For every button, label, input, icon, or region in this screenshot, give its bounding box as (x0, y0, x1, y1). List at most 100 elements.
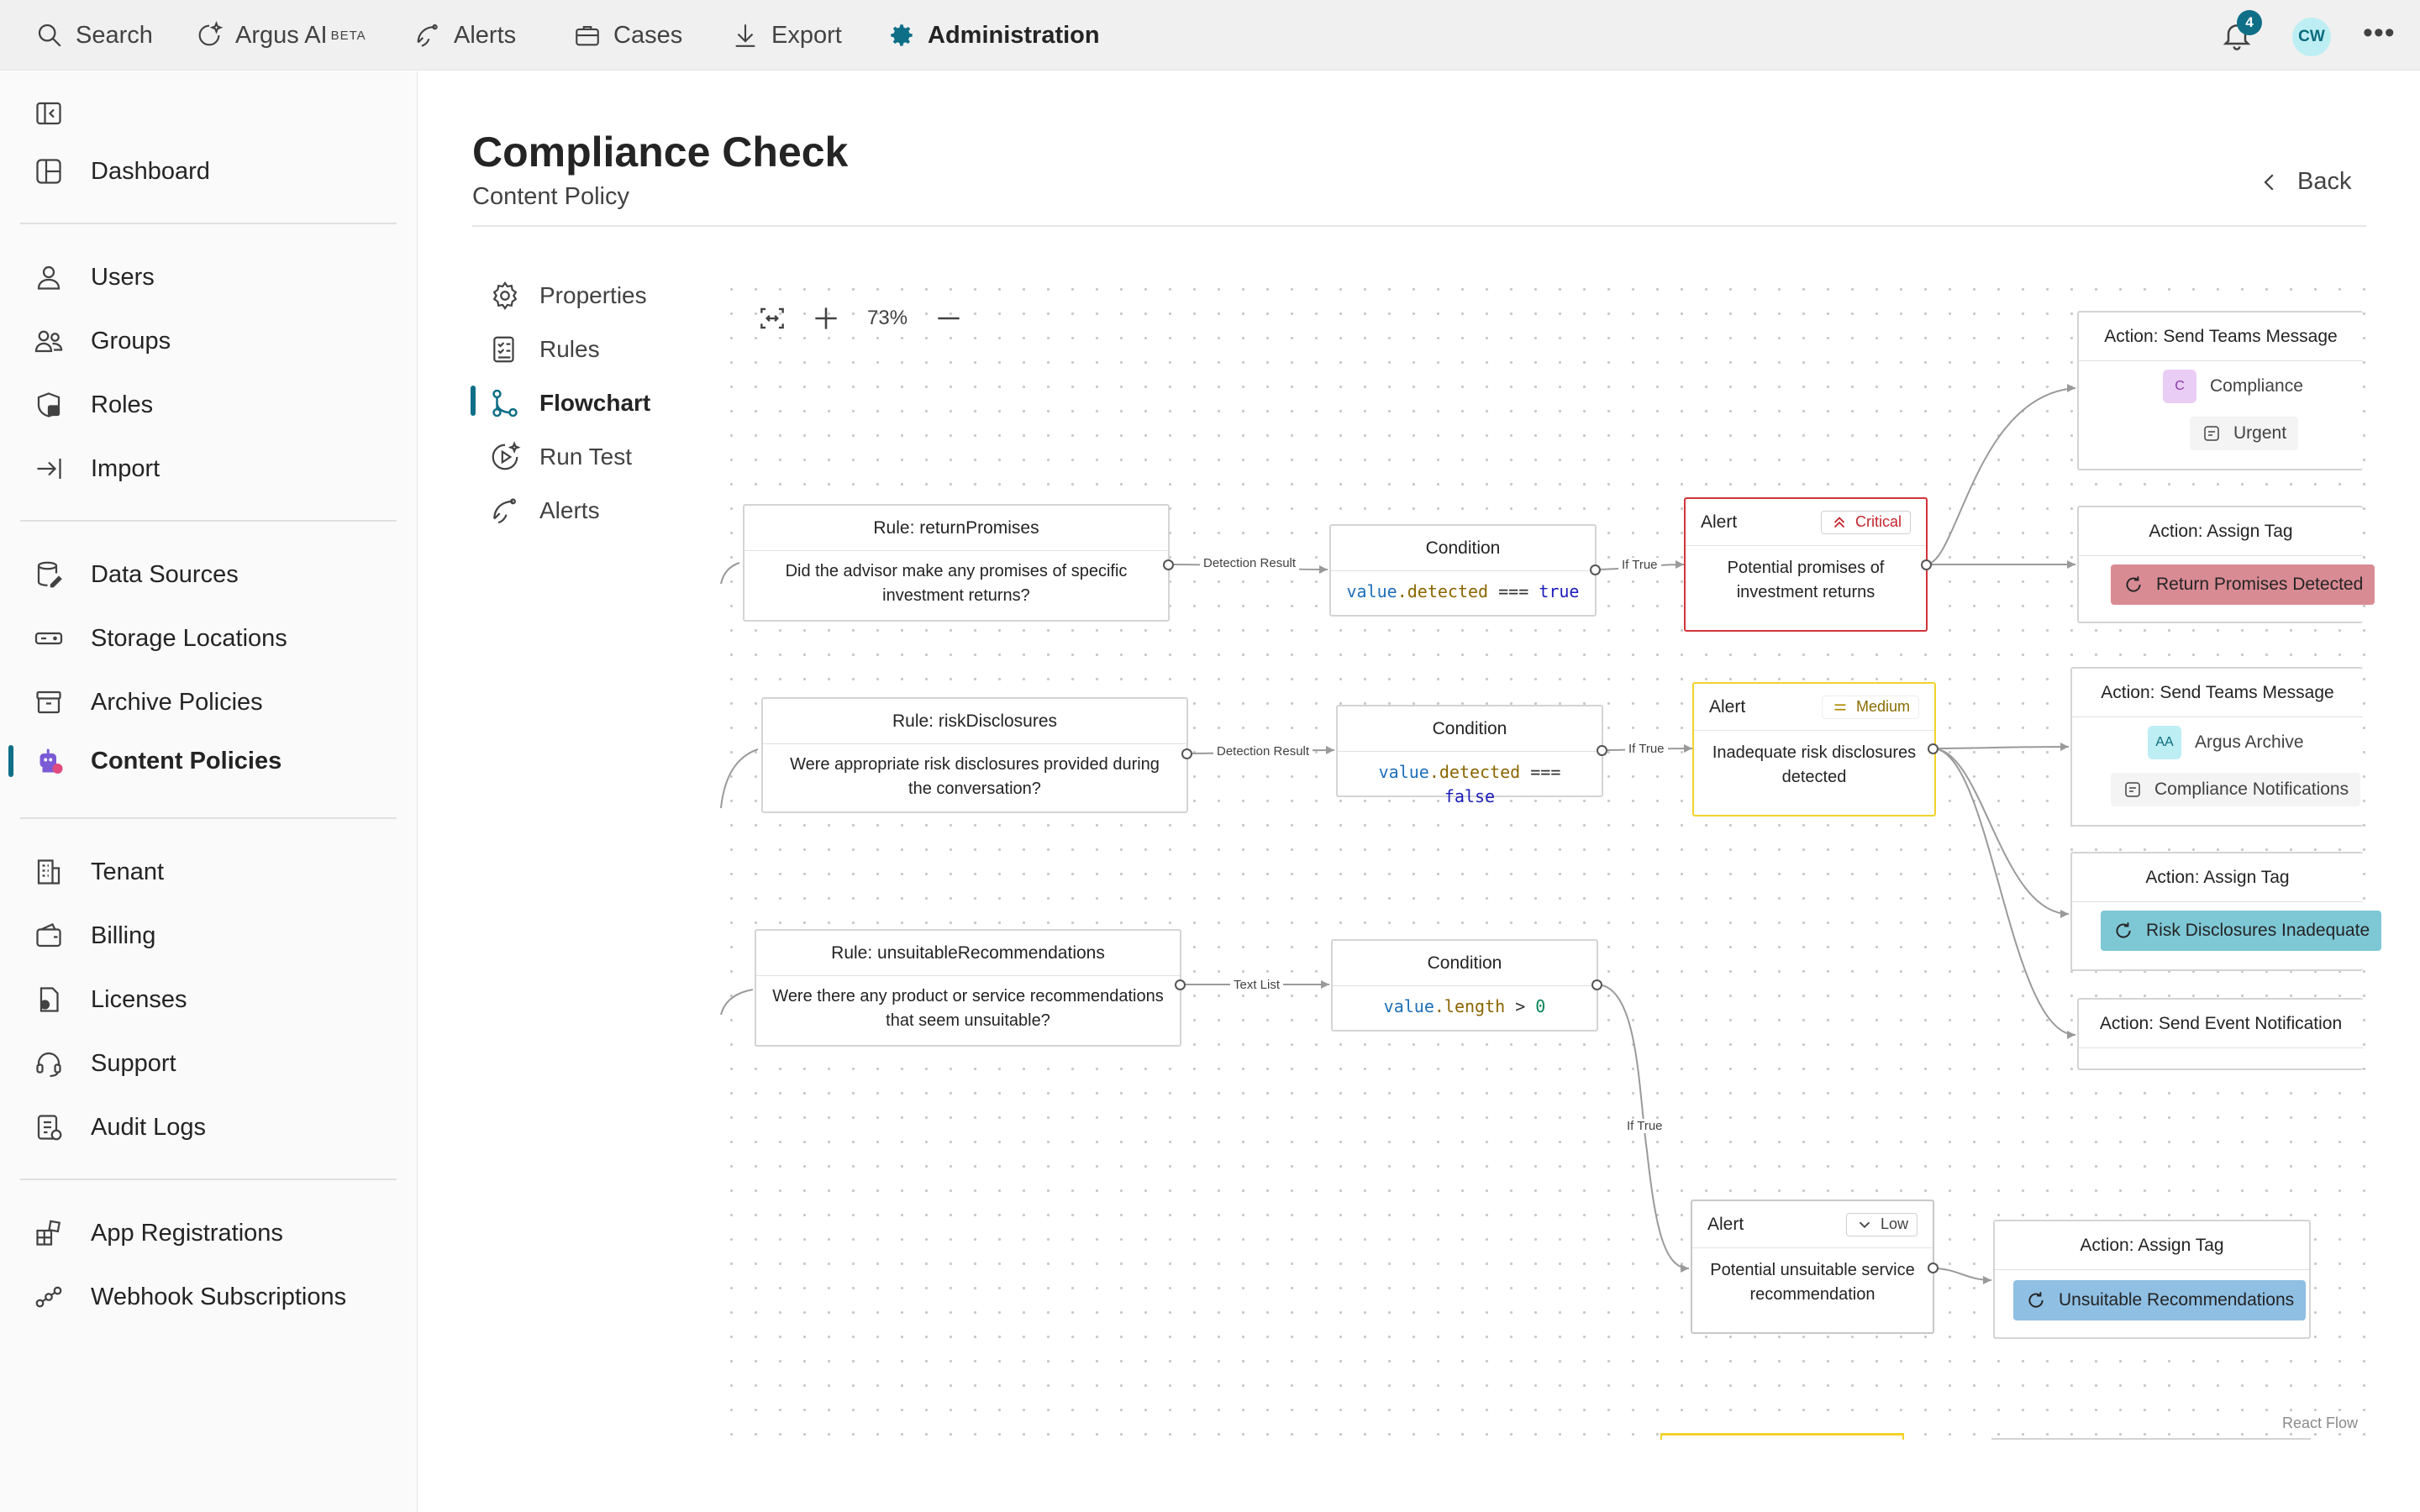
node-handle[interactable] (1928, 743, 1939, 754)
node-handle[interactable] (1921, 559, 1932, 570)
teams-channel-chip: Compliance Notifications (2111, 773, 2361, 806)
action-title: Action: Assign Tag (2079, 507, 2363, 556)
expr-prop: .length (1434, 996, 1506, 1016)
nav-administration[interactable]: Administration (887, 0, 1100, 71)
alert-header: Alert Low (1692, 1201, 1933, 1248)
tab-properties[interactable]: Properties (489, 275, 647, 317)
sidebar-item-label: Content Policies (91, 747, 282, 774)
channel-icon (2204, 426, 2219, 441)
rule-node-return-promises[interactable]: Rule: returnPromises Did the advisor mak… (743, 504, 1170, 622)
sidebar-item-groups[interactable]: Groups (34, 318, 171, 364)
condition-node-1[interactable]: Condition value.detected === true (1329, 524, 1597, 617)
nav-cases-label: Cases (613, 21, 683, 49)
condition-node-2[interactable]: Condition value.detected === false (1336, 705, 1603, 806)
rule-node-risk-disclosures[interactable]: Rule: riskDisclosures Were appropriate r… (761, 697, 1188, 813)
sidebar-item-roles[interactable]: Roles (34, 382, 153, 428)
sidebar-item-app-registrations[interactable]: App Registrations (34, 1210, 283, 1256)
sidebar-item-data-sources[interactable]: Data Sources (34, 552, 239, 597)
rule-node-unsuitable-recommendations[interactable]: Rule: unsuitableRecommendations Were the… (755, 929, 1181, 1047)
sidebar-item-storage-locations[interactable]: Storage Locations (34, 616, 287, 661)
sidebar-item-users[interactable]: Users (34, 255, 155, 300)
user-avatar[interactable]: CW (2292, 18, 2331, 56)
sidebar-item-tenant[interactable]: Tenant (34, 849, 164, 895)
team-avatar: AA (2148, 726, 2181, 759)
tag-chip: Unsuitable Recommendations (2013, 1280, 2307, 1320)
tag-chip: Risk Disclosures Inadequate (2101, 911, 2382, 951)
zoom-in-icon[interactable] (810, 302, 842, 334)
node-handle[interactable] (1163, 559, 1174, 570)
zoom-out-icon[interactable] (933, 302, 965, 334)
sidebar-item-label: Data Sources (91, 560, 239, 588)
node-handle[interactable] (1591, 979, 1602, 990)
sidebar-item-label: Billing (91, 921, 156, 949)
expr-prop: .detected (1397, 581, 1489, 601)
nav-export[interactable]: Export (731, 0, 842, 71)
sidebar-item-label: Support (91, 1049, 176, 1077)
alert-text: Inadequate risk disclosures detected (1712, 743, 1917, 786)
action-title: Action: Assign Tag (2072, 853, 2363, 902)
teams-channel-chip: Urgent (2190, 417, 2299, 450)
sidebar-item-licenses[interactable]: Licenses (34, 977, 187, 1022)
action-title: Action: Send Teams Message (2072, 669, 2363, 717)
briefcase-icon (576, 26, 599, 46)
node-handle[interactable] (1590, 564, 1601, 575)
action-node-event-notification[interactable]: Action: Send Event Notification (2077, 998, 2363, 1070)
page-subtitle: Content Policy (472, 183, 629, 210)
nav-argus-ai-label: Argus AI (235, 21, 328, 49)
group-icon (34, 330, 63, 353)
sidebar-item-label: Import (91, 454, 160, 482)
channel-box: Compliance Notifications (2111, 773, 2361, 806)
back-button[interactable]: Back (2257, 168, 2351, 196)
severity-badge: Critical (1820, 510, 1911, 534)
channel-name: Urgent (2233, 423, 2287, 443)
react-flow-attribution[interactable]: React Flow (2282, 1415, 2358, 1432)
fit-view-icon[interactable] (756, 302, 788, 334)
severity-badge: Low (1845, 1212, 1918, 1236)
sidebar-item-import[interactable]: Import (34, 446, 160, 491)
rule-node-title: Rule: riskDisclosures (763, 699, 1186, 744)
action-node-tag-unsuitable[interactable]: Action: Assign Tag (1993, 1220, 2311, 1339)
sidebar-item-label: Archive Policies (91, 688, 263, 716)
node-handle[interactable] (1175, 979, 1186, 990)
node-handle[interactable] (1928, 1263, 1939, 1273)
tab-flowchart[interactable]: Flowchart (489, 382, 650, 424)
edge-label: Detection Result (1200, 556, 1300, 570)
tab-label: Alerts (539, 497, 600, 523)
condition-expression: value.detected === true (1331, 571, 1595, 612)
alert-title: Alert (1709, 696, 1746, 717)
alert-megaphone-icon (493, 498, 516, 524)
alert-node-medium[interactable]: Alert Medium Inadequate risk disclosures… (1692, 682, 1936, 816)
tab-label: Properties (539, 282, 647, 308)
alert-text: Potential unsuitable service recommendat… (1710, 1261, 1915, 1304)
tab-rules[interactable]: Rules (489, 328, 600, 370)
sidebar-divider (20, 520, 397, 522)
nav-alerts[interactable]: Alerts (413, 0, 516, 71)
sidebar-item-support[interactable]: Support (34, 1041, 176, 1086)
tab-run-test[interactable]: Run Test (489, 436, 632, 478)
import-arrow-icon (37, 459, 61, 479)
canvas-controls: 73% (756, 302, 965, 334)
nav-search[interactable]: Search (35, 0, 153, 71)
nav-argus-ai[interactable]: Argus AI BETA (195, 0, 366, 71)
sidebar-item-archive-policies[interactable]: Archive Policies (34, 680, 263, 725)
more-menu-button[interactable]: ••• (2363, 17, 2396, 50)
collapse-sidebar-icon[interactable] (34, 98, 64, 129)
gear-outline-icon (492, 281, 518, 310)
node-handle[interactable] (1597, 745, 1607, 756)
condition-node-3[interactable]: Condition value.length > 0 (1331, 939, 1598, 1032)
alert-node-critical[interactable]: Alert Critical Potential promises of inv… (1684, 497, 1928, 632)
node-handle[interactable] (1181, 748, 1192, 759)
edge-label: Text List (1230, 978, 1284, 992)
edge-label: If True (1618, 558, 1661, 572)
severity-label: Medium (1855, 698, 1910, 715)
channel-box: Urgent (2190, 417, 2299, 450)
alert-node-low[interactable]: Alert Low Potential unsuitable service r… (1691, 1200, 1934, 1334)
nav-cases[interactable]: Cases (573, 0, 682, 71)
sidebar-item-dashboard[interactable]: Dashboard (34, 149, 210, 194)
sidebar-item-billing[interactable]: Billing (34, 913, 155, 958)
tag-chip: Return Promises Detected (2111, 564, 2375, 605)
sidebar-item-content-policies[interactable]: Content Policies (34, 738, 281, 784)
sidebar-item-webhook-subscriptions[interactable]: Webhook Subscriptions (34, 1274, 346, 1320)
sidebar-item-audit-logs[interactable]: Audit Logs (34, 1105, 206, 1150)
tab-alerts[interactable]: Alerts (489, 490, 600, 532)
